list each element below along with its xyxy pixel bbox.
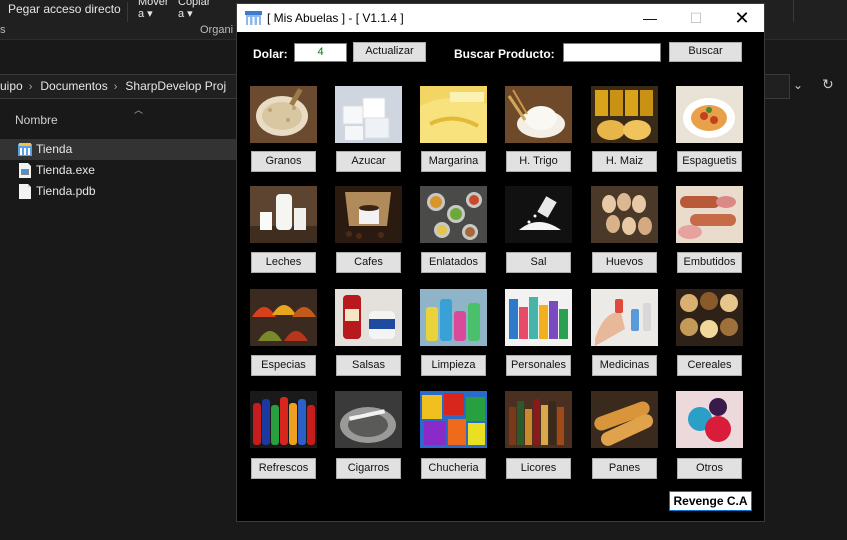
- category-button-limpieza[interactable]: Limpieza: [421, 355, 486, 376]
- breadcrumb: uipo › Documentos › SharpDevelop Proj: [0, 79, 232, 93]
- thumb-granos[interactable]: [250, 86, 317, 143]
- chevron-right-icon: ›: [28, 81, 33, 93]
- thumb-azucar[interactable]: [335, 86, 402, 143]
- title-bar[interactable]: [ Mis Abuelas ] - [ V1.1.4 ] — ☐ ✕: [237, 4, 764, 32]
- thumb-h-trigo[interactable]: [505, 86, 572, 143]
- sort-caret-icon: ︿: [134, 105, 144, 115]
- search-label: Buscar Producto:: [454, 47, 555, 61]
- category-button-medicinas[interactable]: Medicinas: [592, 355, 657, 376]
- category-button-cigarros[interactable]: Cigarros: [336, 458, 401, 479]
- ribbon-divider: [793, 0, 794, 22]
- file-list-item[interactable]: Tienda.pdb: [0, 181, 236, 202]
- thumb-panes[interactable]: [591, 391, 658, 448]
- breadcrumb-item[interactable]: uipo: [0, 79, 23, 93]
- ribbon-divider: [127, 2, 128, 22]
- store-app-icon: [245, 11, 262, 25]
- refresh-icon[interactable]: ↻: [822, 76, 838, 94]
- revenge-ca-button[interactable]: Revenge C.A: [669, 491, 752, 511]
- paste-shortcut-button[interactable]: Pegar acceso directo: [8, 2, 121, 16]
- category-button-otros[interactable]: Otros: [677, 458, 742, 479]
- search-input[interactable]: [563, 43, 661, 62]
- app-folder-icon: [18, 143, 32, 156]
- move-to-button[interactable]: Mover a ▾: [138, 0, 169, 20]
- category-button-margarina[interactable]: Margarina: [421, 151, 486, 172]
- category-button-cafes[interactable]: Cafes: [336, 252, 401, 273]
- category-button-sal[interactable]: Sal: [506, 252, 571, 273]
- category-button-chucheria[interactable]: Chucheria: [421, 458, 486, 479]
- thumb-chucheria[interactable]: [420, 391, 487, 448]
- thumb-cereales[interactable]: [676, 289, 743, 346]
- category-button-enlatados[interactable]: Enlatados: [421, 252, 486, 273]
- file-name: Tienda.pdb: [36, 184, 96, 198]
- thumb-especias[interactable]: [250, 289, 317, 346]
- document-file-icon: [19, 184, 31, 199]
- category-button-h-trigo[interactable]: H. Trigo: [506, 151, 571, 172]
- chevron-right-icon: ›: [113, 81, 118, 93]
- ribbon-group-organize: Organi: [200, 24, 234, 36]
- minimize-button[interactable]: —: [627, 4, 673, 32]
- breadcrumb-item[interactable]: Documentos: [40, 79, 107, 93]
- category-button-cereales[interactable]: Cereales: [677, 355, 742, 376]
- file-list-item[interactable]: Tienda.exe: [0, 160, 236, 181]
- category-button-azucar[interactable]: Azucar: [336, 151, 401, 172]
- thumb-salsas[interactable]: [335, 289, 402, 346]
- dolar-input[interactable]: 4: [294, 43, 347, 62]
- thumb-embutidos[interactable]: [676, 186, 743, 243]
- thumb-medicinas[interactable]: [591, 289, 658, 346]
- file-name: Tienda: [36, 142, 73, 156]
- thumb-enlatados[interactable]: [420, 186, 487, 243]
- thumb-leches[interactable]: [250, 186, 317, 243]
- category-button-salsas[interactable]: Salsas: [336, 355, 401, 376]
- thumb-h-maiz[interactable]: [591, 86, 658, 143]
- category-button-licores[interactable]: Licores: [506, 458, 571, 479]
- exe-file-icon: [19, 163, 31, 178]
- file-name: Tienda.exe: [36, 163, 95, 177]
- window-title: [ Mis Abuelas ] - [ V1.1.4 ]: [267, 11, 404, 25]
- maximize-button[interactable]: ☐: [673, 4, 719, 32]
- category-button-granos[interactable]: Granos: [251, 151, 316, 172]
- thumb-huevos[interactable]: [591, 186, 658, 243]
- category-button-refrescos[interactable]: Refrescos: [251, 458, 316, 479]
- category-button-especias[interactable]: Especias: [251, 355, 316, 376]
- category-button-espaguetis[interactable]: Espaguetis: [677, 151, 742, 172]
- category-button-panes[interactable]: Panes: [592, 458, 657, 479]
- category-button-h-maiz[interactable]: H. Maiz: [592, 151, 657, 172]
- thumb-otros[interactable]: [676, 391, 743, 448]
- ribbon-group-label: s: [0, 24, 6, 36]
- update-button[interactable]: Actualizar: [353, 42, 426, 62]
- thumb-licores[interactable]: [505, 391, 572, 448]
- category-button-leches[interactable]: Leches: [251, 252, 316, 273]
- column-header-name[interactable]: Nombre: [15, 113, 58, 127]
- thumb-limpieza[interactable]: [420, 289, 487, 346]
- thumb-espaguetis[interactable]: [676, 86, 743, 143]
- category-button-personales[interactable]: Personales: [506, 355, 571, 376]
- thumb-margarina[interactable]: [420, 86, 487, 143]
- thumb-personales[interactable]: [505, 289, 572, 346]
- copy-to-button[interactable]: Copiar a ▾: [178, 0, 210, 20]
- dolar-label: Dolar:: [253, 47, 288, 61]
- category-button-embutidos[interactable]: Embutidos: [677, 252, 742, 273]
- file-list-item[interactable]: Tienda: [0, 139, 236, 160]
- search-button[interactable]: Buscar: [669, 42, 742, 62]
- mis-abuelas-window: [ Mis Abuelas ] - [ V1.1.4 ] — ☐ ✕ Dolar…: [236, 3, 765, 522]
- breadcrumb-item[interactable]: SharpDevelop Proj: [125, 79, 226, 93]
- close-button[interactable]: ✕: [719, 4, 765, 32]
- chevron-down-icon[interactable]: ⌄: [793, 78, 807, 94]
- thumb-cafes[interactable]: [335, 186, 402, 243]
- category-button-huevos[interactable]: Huevos: [592, 252, 657, 273]
- thumb-cigarros[interactable]: [335, 391, 402, 448]
- thumb-refrescos[interactable]: [250, 391, 317, 448]
- thumb-sal[interactable]: [505, 186, 572, 243]
